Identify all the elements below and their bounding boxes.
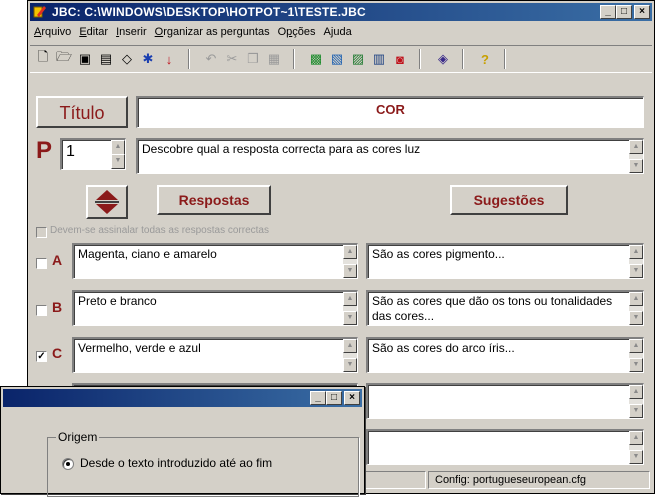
close-button[interactable]: ×	[634, 5, 650, 19]
scroll-up-button[interactable]: ▲	[343, 292, 357, 306]
origin-option-label: Desde o texto introduzido até ao fim	[80, 456, 273, 470]
minimize-button[interactable]: _	[600, 5, 616, 19]
origin-group: Origem Desde o texto introduzido até ao …	[47, 430, 359, 497]
scroll-down-button[interactable]: ▼	[629, 450, 643, 464]
answer-letter: C	[52, 345, 63, 361]
app-icon	[33, 6, 46, 18]
cut-icon[interactable]: ✂	[223, 50, 241, 68]
answer-a-checkbox[interactable]	[36, 258, 47, 269]
stepper-down-button[interactable]: ▼	[111, 154, 125, 169]
dialog-maximize-button[interactable]: □	[326, 391, 342, 405]
help-icon[interactable]: ?	[476, 50, 494, 68]
maximize-button[interactable]: □	[616, 5, 632, 19]
scroll-down-button[interactable]: ▼	[343, 264, 357, 278]
dialog-minimize-button[interactable]: _	[310, 391, 326, 405]
menu-bar: Arquivo Editar Inserir Organizar as perg…	[30, 23, 652, 41]
answer-text: Preto e branco	[78, 294, 157, 308]
dialog-title-bar[interactable]: _ □ ×	[3, 389, 362, 407]
status-config: Config: portugueseuropean.cfg	[428, 471, 650, 489]
scroll-down-button[interactable]: ▼	[629, 404, 643, 418]
title-field[interactable]: COR	[136, 96, 644, 128]
scroll-down-button[interactable]: ▼	[629, 311, 643, 325]
menu-opcoes[interactable]: Opções	[274, 23, 320, 41]
feedback-d-field[interactable]: ▲ ▼	[366, 383, 644, 419]
feedback-text: São as cores do arco íris...	[372, 341, 515, 355]
jcloze-icon[interactable]: ◙	[391, 50, 409, 68]
all-correct-checkbox[interactable]	[36, 227, 47, 238]
answer-text: Magenta, ciano e amarelo	[78, 247, 217, 261]
feedback-c-field[interactable]: São as cores do arco íris... ▲ ▼	[366, 337, 644, 373]
jmix-icon[interactable]: ▨	[349, 50, 367, 68]
title-button[interactable]: Título	[36, 96, 128, 128]
scroll-up-button[interactable]: ▲	[629, 431, 643, 445]
scroll-up-button[interactable]: ▲	[629, 385, 643, 399]
feedback-label: Sugestões	[473, 192, 545, 208]
scroll-up-button[interactable]: ▲	[343, 339, 357, 353]
feedback-b-field[interactable]: São as cores que dão os tons ou tonalida…	[366, 290, 644, 326]
origin-radio[interactable]	[62, 458, 74, 470]
reorder-button[interactable]	[86, 185, 128, 219]
answer-text: Vermelho, verde e azul	[78, 341, 201, 355]
stepper-up-button[interactable]: ▲	[111, 140, 125, 155]
question-text: Descobre qual a resposta correcta para a…	[142, 142, 421, 156]
scroll-down-button[interactable]: ▼	[343, 311, 357, 325]
answer-c-checkbox[interactable]: ✓	[36, 351, 47, 362]
new-icon[interactable]: 🗋	[34, 49, 52, 68]
title-bar[interactable]: JBC: C:\WINDOWS\DESKTOP\HOTPOT~1\TESTE.J…	[30, 3, 652, 21]
question-number: 1	[66, 143, 75, 160]
open-icon[interactable]: 🗁	[55, 49, 73, 68]
scroll-down-button[interactable]: ▼	[343, 358, 357, 372]
feedback-text: São as cores pigmento...	[372, 247, 505, 261]
jcross-icon[interactable]: ▥	[370, 50, 388, 68]
up-down-arrows-icon	[95, 190, 119, 214]
feedback-a-field[interactable]: São as cores pigmento... ▲ ▼	[366, 243, 644, 279]
answer-letter: A	[52, 252, 63, 268]
dialog-window: _ □ × Origem Desde o texto introduzido a…	[0, 386, 365, 497]
scroll-up-button[interactable]: ▲	[629, 245, 643, 259]
color-icon[interactable]: ◈	[434, 50, 452, 68]
feedback-text: São as cores que dão os tons ou tonalida…	[372, 294, 613, 323]
toolbar: 🗋 🗁 ▣ ▤ ◇ ✱ ↓ ↶ ✂ ❐ ▦ ▩ ▧ ▨ ▥ ◙ ◈ ?	[30, 45, 652, 73]
title-value: COR	[376, 102, 405, 117]
copy-icon[interactable]: ❐	[244, 50, 262, 68]
menu-ajuda[interactable]: Ajuda	[320, 23, 356, 41]
save-icon[interactable]: ▣	[76, 50, 94, 68]
menu-inserir[interactable]: Inserir	[112, 23, 151, 41]
scroll-down-button[interactable]: ▼	[629, 264, 643, 278]
answer-letter: B	[52, 299, 63, 315]
undo-icon[interactable]: ↶	[202, 50, 220, 68]
menu-organizar[interactable]: Organizar as perguntas	[151, 23, 274, 41]
scroll-up-button[interactable]: ▲	[629, 339, 643, 353]
add-question-icon[interactable]: ↓	[160, 50, 178, 68]
scroll-up-button[interactable]: ▲	[629, 140, 643, 154]
answers-label: Respostas	[178, 192, 250, 208]
paste-icon[interactable]: ▦	[265, 50, 283, 68]
answer-a-field[interactable]: Magenta, ciano e amarelo ▲ ▼	[72, 243, 358, 279]
origin-group-label: Origem	[56, 430, 100, 444]
scroll-up-button[interactable]: ▲	[343, 245, 357, 259]
web-icon[interactable]: ✱	[139, 50, 157, 68]
answers-button[interactable]: Respostas	[157, 185, 271, 215]
jmatch-icon[interactable]: ▩	[307, 50, 325, 68]
save-as-icon[interactable]: ▤	[97, 50, 115, 68]
scroll-down-button[interactable]: ▼	[629, 358, 643, 372]
window-title: JBC: C:\WINDOWS\DESKTOP\HOTPOT~1\TESTE.J…	[52, 5, 366, 19]
feedback-e-field[interactable]: ▲ ▼	[366, 429, 644, 465]
dialog-close-button[interactable]: ×	[344, 391, 360, 405]
answer-c-field[interactable]: Vermelho, verde e azul ▲ ▼	[72, 337, 358, 373]
menu-arquivo[interactable]: Arquivo	[30, 23, 75, 41]
feedback-button[interactable]: Sugestões	[450, 185, 568, 215]
question-number-stepper[interactable]: 1 ▲ ▼	[60, 138, 126, 170]
question-label: P	[36, 137, 53, 164]
scroll-down-button[interactable]: ▼	[629, 159, 643, 173]
question-text-field[interactable]: Descobre qual a resposta correcta para a…	[136, 138, 644, 174]
scroll-up-button[interactable]: ▲	[629, 292, 643, 306]
answer-b-checkbox[interactable]	[36, 305, 47, 316]
answer-b-field[interactable]: Preto e branco ▲ ▼	[72, 290, 358, 326]
jquiz-icon[interactable]: ▧	[328, 50, 346, 68]
all-correct-label: Devem-se assinalar todas as respostas co…	[50, 225, 269, 236]
title-label: Título	[59, 103, 105, 123]
menu-editar[interactable]: Editar	[75, 23, 112, 41]
clear-icon[interactable]: ◇	[118, 50, 136, 68]
